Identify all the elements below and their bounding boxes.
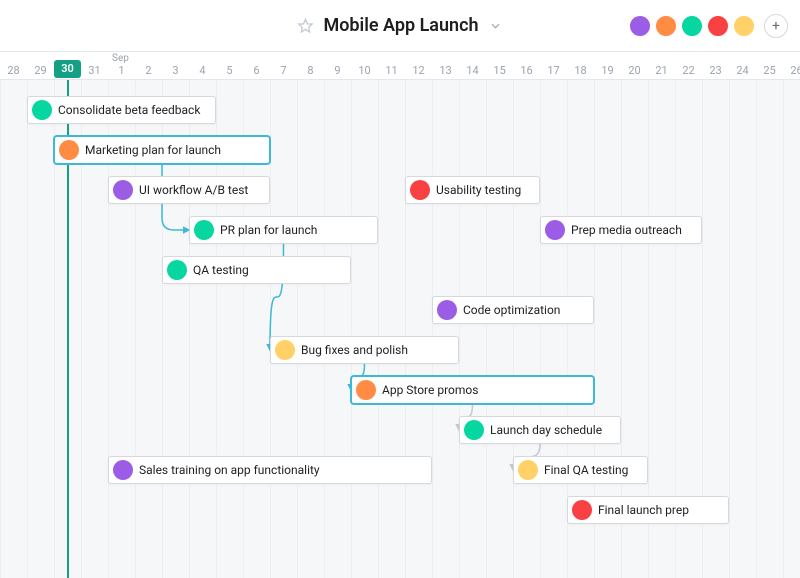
- collaborator-avatars: +: [632, 14, 788, 38]
- month-label: Sep: [112, 53, 129, 64]
- day-cell[interactable]: 11: [378, 64, 405, 77]
- gantt-canvas[interactable]: Consolidate beta feedback Marketing plan …: [0, 80, 800, 578]
- day-cell[interactable]: 28: [0, 64, 27, 77]
- task-bar-app-store[interactable]: App Store promos: [351, 376, 594, 404]
- day-cell[interactable]: 10: [351, 64, 378, 77]
- day-cell[interactable]: 24: [729, 64, 756, 77]
- day-cell[interactable]: 14: [459, 64, 486, 77]
- collaborator-avatar[interactable]: [628, 14, 652, 38]
- task-bar-prep-media[interactable]: Prep media outreach: [540, 216, 702, 244]
- user-avatar: [572, 500, 592, 520]
- task-label: Bug fixes and polish: [301, 343, 408, 357]
- collaborator-avatar[interactable]: [706, 14, 730, 38]
- task-label: PR plan for launch: [220, 223, 317, 237]
- day-cell[interactable]: 3: [162, 64, 189, 77]
- day-cell[interactable]: 20: [621, 64, 648, 77]
- day-cell[interactable]: 8: [297, 64, 324, 77]
- user-avatar: [518, 460, 538, 480]
- user-avatar: [113, 180, 133, 200]
- user-avatar: [437, 300, 457, 320]
- task-label: App Store promos: [382, 383, 478, 397]
- task-bar-final-launch[interactable]: Final launch prep: [567, 496, 729, 524]
- user-avatar: [113, 460, 133, 480]
- day-cell[interactable]: 29: [27, 64, 54, 77]
- task-bar-marketing[interactable]: Marketing plan for launch: [54, 136, 270, 164]
- collaborator-avatar[interactable]: [654, 14, 678, 38]
- task-bar-bug-fixes[interactable]: Bug fixes and polish: [270, 336, 459, 364]
- header: Mobile App Launch +: [0, 0, 800, 52]
- day-cell[interactable]: 6: [243, 64, 270, 77]
- collaborator-avatar[interactable]: [732, 14, 756, 38]
- header-title-wrap: Mobile App Launch: [297, 15, 502, 36]
- user-avatar: [275, 340, 295, 360]
- user-avatar: [194, 220, 214, 240]
- day-cell[interactable]: 30: [54, 60, 81, 78]
- collaborator-avatar[interactable]: [680, 14, 704, 38]
- add-collaborator-button[interactable]: +: [764, 14, 788, 38]
- day-cell[interactable]: 13: [432, 64, 459, 77]
- page-title: Mobile App Launch: [323, 15, 478, 36]
- user-avatar: [410, 180, 430, 200]
- day-cell[interactable]: 2: [135, 64, 162, 77]
- day-cell[interactable]: 22: [675, 64, 702, 77]
- task-bar-sales-train[interactable]: Sales training on app functionality: [108, 456, 432, 484]
- task-bar-final-qa[interactable]: Final QA testing: [513, 456, 648, 484]
- user-avatar: [32, 100, 52, 120]
- day-cell[interactable]: 21: [648, 64, 675, 77]
- task-bar-code-opt[interactable]: Code optimization: [432, 296, 594, 324]
- task-label: Usability testing: [436, 183, 521, 197]
- task-bar-usability[interactable]: Usability testing: [405, 176, 540, 204]
- chevron-down-icon[interactable]: [489, 19, 503, 33]
- task-label: Final QA testing: [544, 463, 628, 477]
- task-bar-qa-testing[interactable]: QA testing: [162, 256, 351, 284]
- task-label: QA testing: [193, 263, 249, 277]
- day-cell[interactable]: 15: [486, 64, 513, 77]
- day-cell[interactable]: 16: [513, 64, 540, 77]
- day-cell[interactable]: 31: [81, 64, 108, 77]
- day-cell[interactable]: 7: [270, 64, 297, 77]
- task-bar-pr-plan[interactable]: PR plan for launch: [189, 216, 378, 244]
- user-avatar: [167, 260, 187, 280]
- user-avatar: [356, 380, 376, 400]
- task-label: Final launch prep: [598, 503, 689, 517]
- task-bar-consolidate[interactable]: Consolidate beta feedback: [27, 96, 216, 124]
- day-cell[interactable]: 5: [216, 64, 243, 77]
- user-avatar: [545, 220, 565, 240]
- day-cell[interactable]: 23: [702, 64, 729, 77]
- day-cell[interactable]: 25: [756, 64, 783, 77]
- day-cell[interactable]: 1: [108, 64, 135, 77]
- task-label: Consolidate beta feedback: [58, 103, 200, 117]
- task-label: Marketing plan for launch: [85, 143, 221, 157]
- task-label: UI workflow A/B test: [139, 183, 248, 197]
- day-cell[interactable]: 4: [189, 64, 216, 77]
- day-cell[interactable]: 12: [405, 64, 432, 77]
- day-cell[interactable]: 18: [567, 64, 594, 77]
- task-label: Code optimization: [463, 303, 560, 317]
- user-avatar: [59, 140, 79, 160]
- timeline-date-header: 28293031Sep12345678910111213141516171819…: [0, 52, 800, 80]
- task-bar-ui-ab[interactable]: UI workflow A/B test: [108, 176, 270, 204]
- day-cell[interactable]: 26: [783, 64, 800, 77]
- task-bar-launch-day[interactable]: Launch day schedule: [459, 416, 621, 444]
- task-label: Prep media outreach: [571, 223, 682, 237]
- user-avatar: [464, 420, 484, 440]
- star-icon[interactable]: [297, 18, 313, 34]
- day-cell[interactable]: 19: [594, 64, 621, 77]
- day-cell[interactable]: 17: [540, 64, 567, 77]
- task-label: Sales training on app functionality: [139, 463, 320, 477]
- task-label: Launch day schedule: [490, 423, 602, 437]
- day-cell[interactable]: 9: [324, 64, 351, 77]
